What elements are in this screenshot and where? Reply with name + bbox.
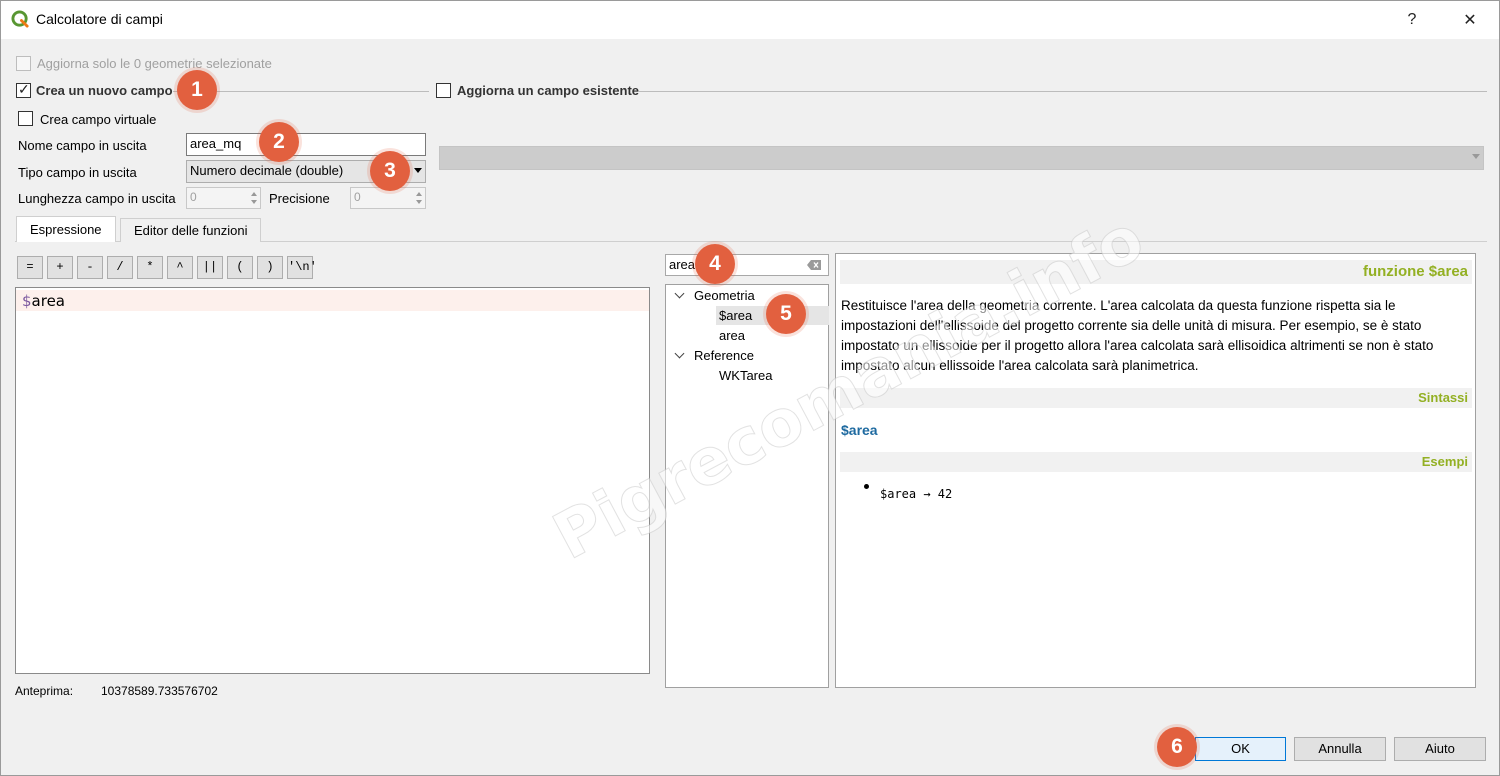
operator-equals-button[interactable]: =: [17, 256, 43, 279]
expression-text: $area: [22, 292, 65, 310]
help-title: funzione $area: [840, 260, 1472, 284]
spin-up-icon[interactable]: [416, 192, 422, 196]
update-existing-field-checkbox[interactable]: [436, 83, 451, 98]
step-marker-1: 1: [177, 70, 217, 110]
bullet-icon: [864, 484, 869, 489]
expression-editor[interactable]: $area: [15, 287, 650, 674]
step-marker-4: 4: [695, 244, 735, 284]
help-panel: funzione $area Restituisce l'area della …: [835, 253, 1476, 688]
output-length-value: 0: [190, 190, 197, 204]
current-line-highlight: [16, 290, 649, 311]
title-bar: Calcolatore di campi ? ✕: [1, 1, 1499, 39]
example-text: $area → 42: [880, 487, 953, 501]
virtual-field-checkbox[interactable]: [18, 111, 33, 126]
tree-item-dollar-area[interactable]: $area: [719, 308, 752, 323]
operator-minus-button[interactable]: -: [77, 256, 103, 279]
expression-body: area: [31, 292, 65, 310]
function-tree: Geometria $area area Reference WKTarea: [665, 284, 829, 688]
precision-label: Precisione: [269, 191, 330, 206]
field-calculator-dialog: Calcolatore di campi ? ✕ Aggiorna solo l…: [0, 0, 1500, 776]
operator-plus-button[interactable]: +: [47, 256, 73, 279]
chevron-down-icon: [1472, 154, 1480, 159]
chevron-down-icon: [414, 168, 422, 173]
tree-group-geometria[interactable]: Geometria: [694, 288, 755, 303]
existing-field-select[interactable]: [439, 146, 1484, 170]
create-new-field-label: Crea un nuovo campo: [36, 83, 173, 98]
preview-label: Anteprima:: [15, 684, 74, 698]
update-existing-field-label: Aggiorna un campo esistente: [457, 83, 640, 98]
tab-function-editor[interactable]: Editor delle funzioni: [120, 218, 262, 242]
operator-divide-button[interactable]: /: [107, 256, 133, 279]
syntax-heading: Sintassi: [840, 388, 1472, 408]
cancel-button[interactable]: Annulla: [1294, 737, 1386, 761]
operator-power-button[interactable]: ^: [167, 256, 193, 279]
virtual-field-label: Crea campo virtuale: [40, 112, 157, 127]
spin-down-icon[interactable]: [416, 200, 422, 204]
precision-value: 0: [354, 190, 361, 204]
examples-heading: Esempi: [840, 452, 1472, 472]
step-marker-2: 2: [259, 122, 299, 162]
ok-button[interactable]: OK: [1195, 737, 1286, 761]
tree-group-reference[interactable]: Reference: [694, 348, 754, 363]
operator-close-paren-button[interactable]: ): [257, 256, 283, 279]
operator-multiply-button[interactable]: *: [137, 256, 163, 279]
preview-value: 10378589.733576702: [101, 684, 218, 698]
step-marker-3: 3: [370, 151, 410, 191]
help-button[interactable]: Aiuto: [1394, 737, 1486, 761]
window-title: Calcolatore di campi: [36, 11, 163, 27]
close-button[interactable]: ✕: [1447, 1, 1493, 39]
update-selected-label: Aggiorna solo le 0 geometrie selezionate: [37, 56, 272, 71]
operator-newline-button[interactable]: '\n': [287, 256, 317, 279]
help-question-button[interactable]: ?: [1389, 1, 1435, 39]
syntax-text: $area: [841, 422, 878, 438]
function-search-input[interactable]: area: [665, 254, 829, 276]
help-description: Restituisce l'area della geometria corre…: [841, 298, 1434, 373]
clear-search-icon[interactable]: [807, 260, 821, 270]
update-selected-checkbox[interactable]: [16, 56, 31, 71]
operator-concat-button[interactable]: ||: [197, 256, 223, 279]
operator-open-paren-button[interactable]: (: [227, 256, 253, 279]
step-marker-5: 5: [766, 294, 806, 334]
chevron-down-icon[interactable]: [674, 348, 685, 359]
tab-expression[interactable]: Espressione: [16, 216, 116, 242]
group-divider: [639, 91, 1487, 92]
tree-item-area[interactable]: area: [719, 328, 745, 343]
chevron-down-icon[interactable]: [674, 288, 685, 299]
create-new-field-checkbox[interactable]: ✓: [16, 81, 31, 98]
checkmark-icon: ✓: [18, 81, 30, 97]
output-name-label: Nome campo in uscita: [18, 138, 147, 153]
spin-up-icon[interactable]: [251, 192, 257, 196]
output-type-label: Tipo campo in uscita: [18, 165, 137, 180]
output-type-value: Numero decimale (double): [190, 163, 344, 178]
output-length-spinbox[interactable]: 0: [186, 187, 261, 209]
tree-item-wktarea[interactable]: WKTarea: [719, 368, 772, 383]
output-length-label: Lunghezza campo in uscita: [18, 191, 176, 206]
spin-down-icon[interactable]: [251, 200, 257, 204]
step-marker-6: 6: [1157, 727, 1197, 767]
expression-dollar: $: [22, 292, 32, 310]
qgis-app-icon: [11, 10, 29, 28]
